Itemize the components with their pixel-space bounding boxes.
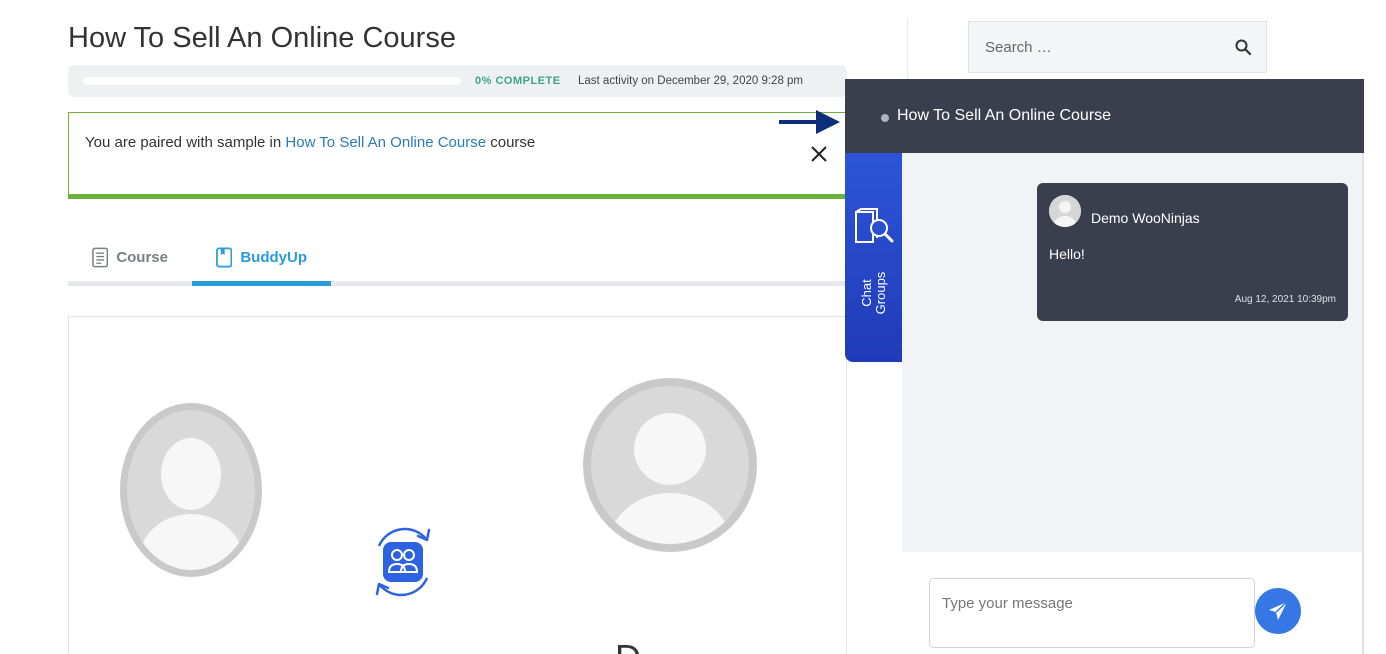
notice-suffix: course — [486, 134, 536, 151]
bookmark-icon — [216, 247, 233, 267]
chat-messages: Demo WooNinjas Hello! Aug 12, 2021 10:39… — [902, 153, 1364, 552]
chat-groups-tab[interactable]: Chat Groups — [845, 153, 902, 362]
avatar — [120, 403, 262, 577]
chat-groups-label: Chat Groups — [849, 270, 899, 316]
message-text: Hello! — [1049, 246, 1085, 262]
message-timestamp: Aug 12, 2021 10:39pm — [1234, 294, 1336, 305]
tab-buddyup[interactable]: BuddyUp — [192, 228, 331, 286]
send-button[interactable] — [1255, 588, 1301, 634]
close-icon[interactable] — [810, 145, 828, 163]
chat-groups-icon — [855, 208, 894, 243]
notice-course-link[interactable]: How To Sell An Online Course — [285, 134, 486, 151]
course-tabs: Course BuddyUp — [68, 228, 847, 286]
search-form — [968, 21, 1267, 73]
online-status-dot — [881, 114, 889, 122]
chat-composer — [902, 552, 1364, 654]
avatar — [1049, 195, 1081, 227]
chat-groups-label-line2: Groups — [873, 271, 888, 315]
buddy-swap-icon — [375, 527, 431, 597]
page-title: How To Sell An Online Course — [68, 22, 456, 54]
chat-message: Demo WooNinjas Hello! Aug 12, 2021 10:39… — [1037, 183, 1348, 321]
chat-header-title: How To Sell An Online Course — [897, 107, 1112, 124]
progress-track — [83, 77, 461, 85]
search-input[interactable] — [969, 22, 1219, 72]
page: How To Sell An Online Course 0% COMPLETE… — [0, 0, 1386, 654]
pairing-notice: You are paired with sample in How To Sel… — [68, 112, 847, 199]
buddy-name-partial: D — [615, 637, 641, 654]
buddy-card: D — [68, 316, 847, 654]
tab-course-label: Course — [116, 248, 168, 266]
send-icon — [1269, 601, 1288, 620]
progress-percent-label: 0% COMPLETE — [475, 75, 561, 87]
chat-groups-label-line1: Chat — [859, 279, 874, 307]
course-progress: 0% COMPLETE Last activity on December 29… — [68, 65, 847, 97]
last-activity-text: Last activity on December 29, 2020 9:28 … — [578, 75, 804, 87]
search-icon[interactable] — [1234, 38, 1252, 56]
message-author: Demo WooNinjas — [1091, 210, 1200, 226]
notice-text: You are paired with sample in How To Sel… — [85, 134, 535, 151]
tab-buddyup-label: BuddyUp — [240, 248, 307, 266]
tab-course[interactable]: Course — [68, 228, 192, 286]
active-tab-indicator — [192, 281, 331, 286]
avatar — [583, 378, 757, 552]
document-icon — [92, 247, 109, 267]
arrow-icon — [779, 110, 840, 134]
chat-header: How To Sell An Online Course — [845, 79, 1364, 153]
message-input[interactable] — [929, 578, 1255, 648]
notice-prefix: You are paired with sample in — [85, 134, 286, 151]
